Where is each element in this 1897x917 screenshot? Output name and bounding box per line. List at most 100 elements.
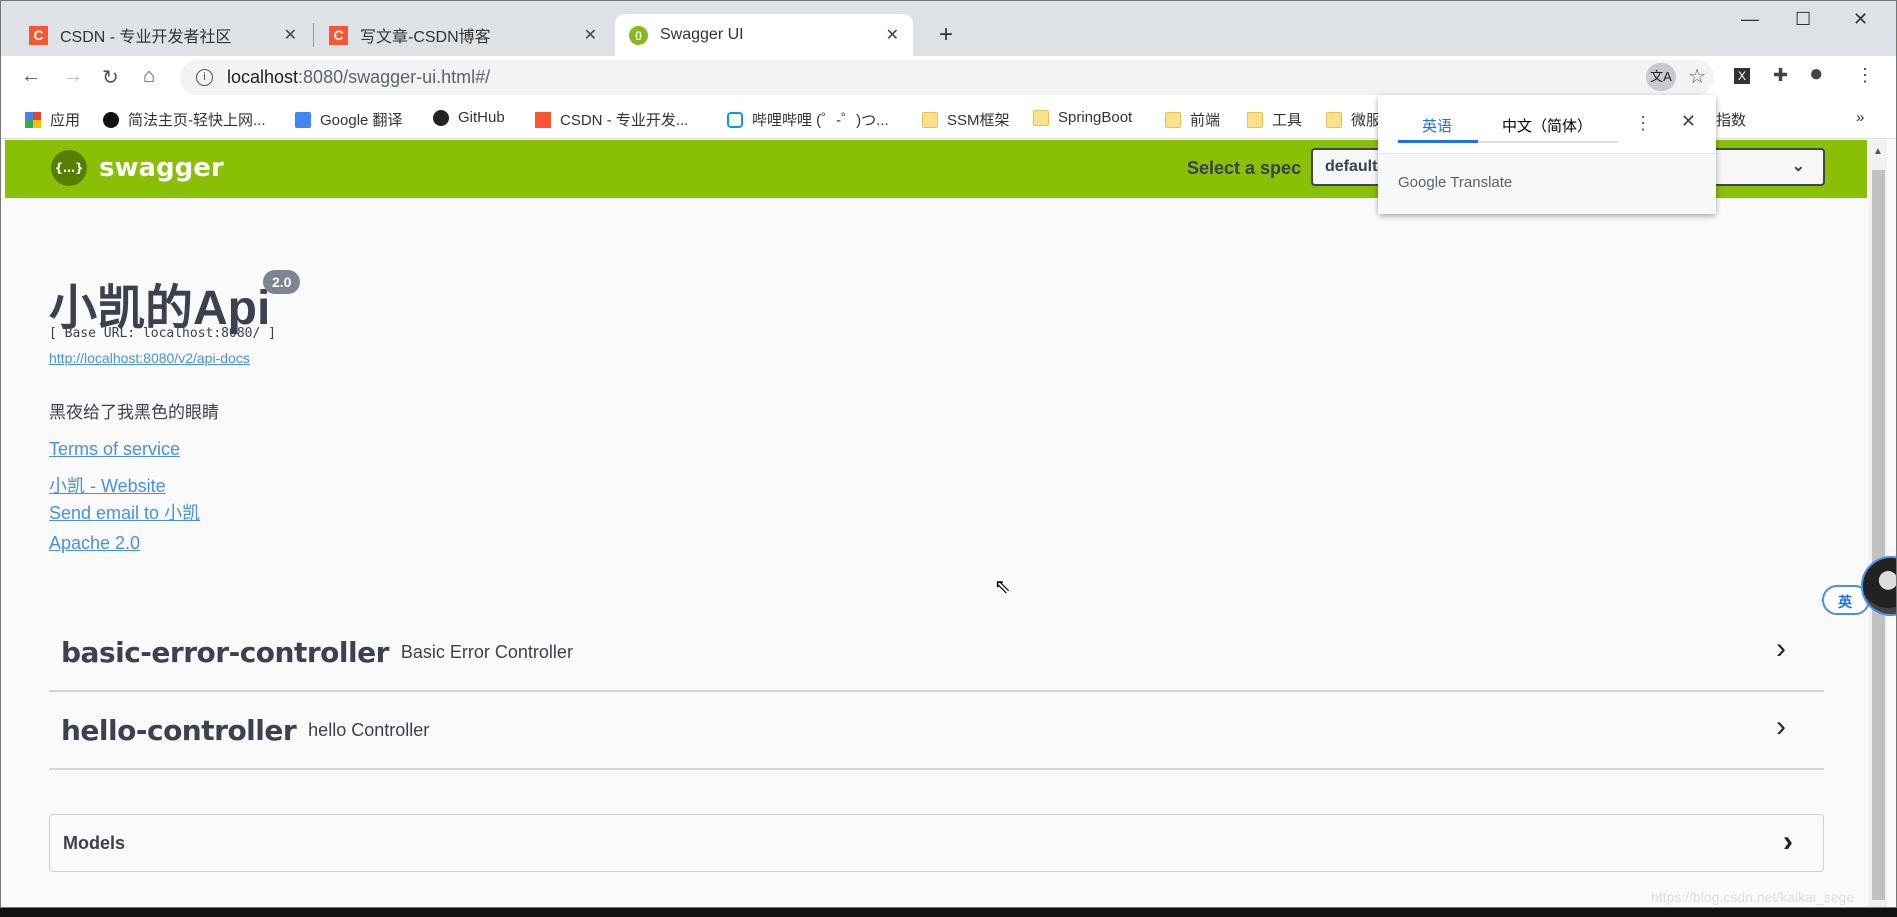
folder-icon	[1165, 111, 1181, 128]
minimize-icon[interactable]: —	[1741, 9, 1759, 30]
models-section[interactable]: Models ›	[49, 814, 1824, 872]
bookmark-label: 工具	[1272, 112, 1303, 129]
watermark: https://blog.csdn.net/kaikai_sege	[1651, 889, 1855, 905]
tab-title: CSDN - 专业开发者社区	[60, 29, 232, 46]
csdn-icon	[535, 111, 551, 128]
csdn-icon: C	[329, 25, 348, 45]
tab-title: 写文章-CSDN博客	[360, 29, 491, 46]
bookmarks-more-button[interactable]: »	[1856, 109, 1864, 126]
logo-translate: Translate	[1450, 174, 1513, 191]
maximize-icon[interactable]: ☐	[1795, 9, 1811, 30]
folder-icon	[922, 111, 938, 128]
google-translate-icon	[295, 111, 311, 128]
brand-name: swagger	[99, 153, 224, 183]
swagger-icon: {}	[629, 25, 648, 45]
license-link[interactable]: Apache 2.0	[49, 533, 140, 554]
url-path: :8080/swagger-ui.html#/	[298, 67, 491, 87]
spec-select-value: default	[1325, 158, 1378, 175]
bookmark-label: Google 翻译	[320, 112, 403, 129]
bookmark-csdn[interactable]: CSDN - 专业开发...	[535, 109, 688, 130]
tab-csdn-write[interactable]: C 写文章-CSDN博客 ✕	[315, 14, 611, 56]
controller-name: basic-error-controller	[61, 635, 389, 669]
scroll-up-icon[interactable]: ▲	[1873, 146, 1883, 157]
info-icon[interactable]: i	[196, 69, 213, 86]
models-title: Models	[63, 832, 126, 853]
scrollbar[interactable]: ▲	[1869, 140, 1887, 907]
api-docs-link[interactable]: http://localhost:8080/v2/api-docs	[49, 350, 250, 366]
terms-of-service-link[interactable]: Terms of service	[49, 439, 180, 460]
select-spec-label: Select a spec	[1187, 158, 1302, 178]
version-badge: 2.0	[263, 270, 301, 294]
jianfa-icon	[103, 111, 119, 128]
controller-description: Basic Error Controller	[400, 641, 573, 662]
controller-hello[interactable]: hello-controller hello Controller ›	[49, 692, 1824, 770]
csdn-icon: C	[29, 25, 48, 45]
translate-tab-english[interactable]: 英语	[1422, 115, 1452, 136]
bookmark-label: SSM框架	[947, 112, 1010, 129]
bookmark-label: GitHub	[458, 109, 505, 126]
controller-name: hello-controller	[61, 713, 297, 747]
url-input[interactable]: i localhost:8080/swagger-ui.html#/ 文A ☆	[180, 60, 1714, 95]
bookmark-folder-frontend[interactable]: 前端	[1165, 109, 1220, 130]
extensions-puzzle-icon[interactable]: ✚	[1773, 65, 1788, 86]
chevron-down-icon: ⌄	[1791, 158, 1805, 175]
base-url: [ Base URL: localhost:8080/ ]	[49, 326, 276, 341]
chevron-right-icon[interactable]: ›	[1776, 632, 1786, 666]
email-link[interactable]: Send email to 小凯	[49, 499, 200, 525]
bookmark-bilibili[interactable]: 哔哩哔哩 (゜-゜)つ...	[727, 109, 889, 130]
bookmark-label: CSDN - 专业开发...	[560, 112, 689, 129]
tab-underline	[1398, 140, 1618, 143]
bookmark-folder-ssm[interactable]: SSM框架	[922, 109, 1010, 130]
bookmark-folder-microservice[interactable]: 微服	[1326, 109, 1381, 130]
close-tab-icon[interactable]: ✕	[284, 25, 297, 45]
chevron-right-icon[interactable]: ›	[1783, 825, 1793, 859]
translate-popup: 英语 中文（简体） ⋮ ✕ Google Translate	[1378, 95, 1716, 214]
folder-icon	[1033, 109, 1049, 126]
chevron-right-icon[interactable]: ›	[1776, 710, 1786, 744]
bookmark-google-translate[interactable]: Google 翻译	[295, 109, 403, 130]
google-translate-logo: Google Translate	[1378, 153, 1716, 214]
close-tab-icon[interactable]: ✕	[584, 25, 597, 45]
bookmark-label: 哔哩哔哩 (゜-゜)つ...	[752, 112, 889, 129]
url-host: localhost	[227, 67, 299, 87]
extension-icon[interactable]: X	[1734, 68, 1751, 84]
close-tab-icon[interactable]: ✕	[886, 25, 899, 45]
bookmark-label: 前端	[1190, 112, 1221, 129]
bilibili-icon	[727, 111, 743, 128]
controller-basic-error[interactable]: basic-error-controller Basic Error Contr…	[49, 614, 1824, 692]
home-icon[interactable]: ⌂	[143, 65, 155, 88]
folder-icon	[1326, 111, 1342, 128]
back-icon[interactable]: ←	[21, 65, 41, 88]
logo-google: Google	[1398, 174, 1447, 191]
tab-divider	[313, 23, 314, 47]
bookmark-label: 简法主页-轻快上网...	[128, 112, 266, 129]
bookmark-jianfa[interactable]: 简法主页-轻快上网...	[103, 109, 266, 130]
bookmark-folder-springboot[interactable]: SpringBoot	[1033, 109, 1132, 126]
bookmark-apps[interactable]: 应用	[25, 109, 80, 130]
folder-icon	[1247, 111, 1263, 128]
close-window-icon[interactable]: ✕	[1853, 9, 1868, 30]
profile-avatar-icon[interactable]: ●	[1809, 60, 1824, 88]
bookmark-star-icon[interactable]: ☆	[1688, 64, 1706, 89]
tab-swagger[interactable]: {} Swagger UI ✕	[615, 14, 913, 56]
tab-csdn[interactable]: C CSDN - 专业开发者社区 ✕	[15, 14, 311, 56]
swagger-logo-icon: {…}	[51, 150, 87, 186]
scrollbar-thumb[interactable]	[1872, 170, 1885, 900]
translate-tab-chinese[interactable]: 中文（简体）	[1502, 115, 1592, 136]
taskbar	[0, 908, 1897, 917]
translate-icon[interactable]: 文A	[1646, 63, 1676, 91]
browser-window: C CSDN - 专业开发者社区 ✕ C 写文章-CSDN博客 ✕ {} Swa…	[0, 0, 1897, 908]
api-description: 黑夜给了我黑色的眼睛	[49, 403, 219, 422]
bookmark-label: SpringBoot	[1058, 109, 1133, 126]
more-options-icon[interactable]: ⋮	[1634, 113, 1652, 134]
menu-kebab-icon[interactable]: ⋮	[1856, 65, 1874, 86]
new-tab-button[interactable]: +	[925, 14, 967, 56]
swagger-logo[interactable]: {…} swagger	[51, 150, 224, 186]
bookmark-github[interactable]: GitHub	[433, 109, 505, 126]
reload-icon[interactable]: ↻	[102, 65, 119, 90]
forward-icon[interactable]: →	[63, 65, 83, 88]
close-icon[interactable]: ✕	[1681, 111, 1696, 132]
controller-description: hello Controller	[308, 719, 430, 740]
website-link[interactable]: 小凯 - Website	[49, 472, 166, 498]
bookmark-folder-tools[interactable]: 工具	[1247, 109, 1302, 130]
